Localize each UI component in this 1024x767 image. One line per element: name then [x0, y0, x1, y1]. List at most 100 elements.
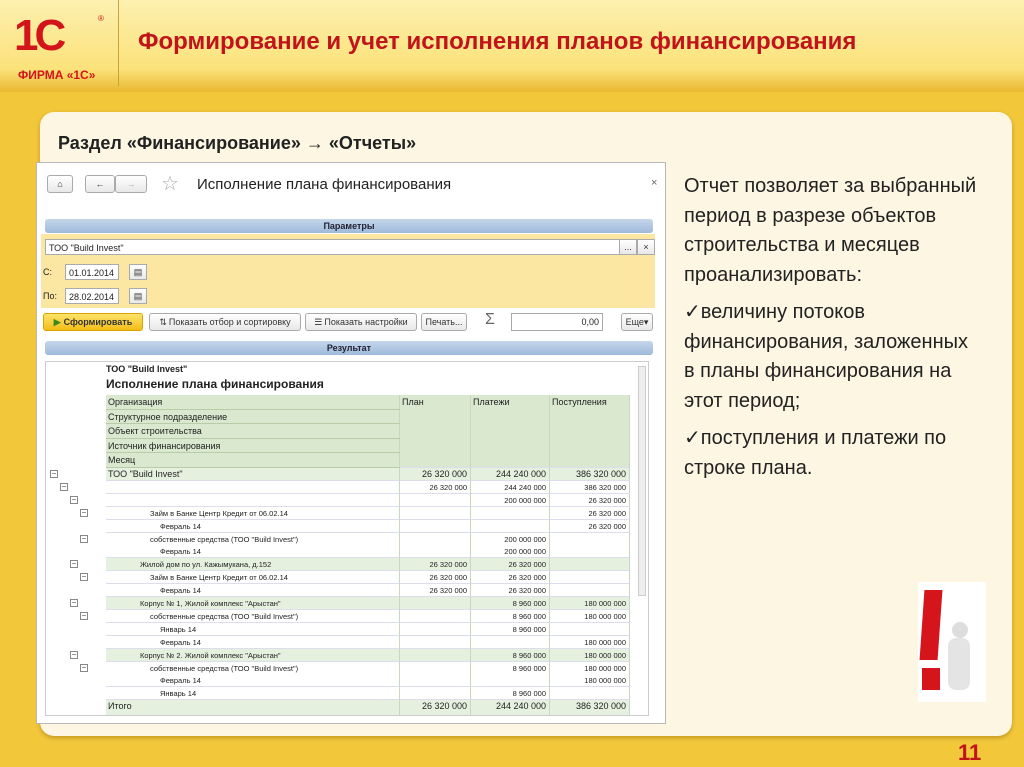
table-row: − собственные средства (ТОО "Build Invest…	[46, 609, 630, 623]
from-date-input[interactable]: 01.01.2014	[65, 264, 119, 280]
cell-plan: 26 320 000	[400, 468, 471, 481]
cell-plan	[400, 506, 471, 520]
cell-plan	[400, 609, 471, 623]
cell-payments: 200 000 000	[471, 545, 550, 559]
collapse-toggle-icon[interactable]: −	[80, 663, 88, 672]
cell-plan: 26 320 000	[400, 571, 471, 585]
favorite-star-icon[interactable]: ☆	[161, 171, 179, 196]
group-header: Структурное подразделение	[106, 409, 400, 424]
cell-plan	[400, 532, 471, 546]
home-icon: ⌂	[57, 179, 63, 189]
collapse-toggle-icon[interactable]: −	[80, 573, 88, 582]
header: 1С ® ФИРМА «1С» Формирование и учет испо…	[0, 0, 1024, 92]
collapse-toggle-icon[interactable]: −	[70, 560, 78, 569]
table-row: − собственные средства (ТОО "Build Invest…	[46, 532, 630, 546]
organization-clear-button[interactable]: ×	[637, 239, 655, 255]
forward-button[interactable]: →	[115, 175, 147, 193]
table-row: − Займ в Банке Центр Кредит от 06.02.14 26…	[46, 571, 630, 585]
organization-input[interactable]: ТОО "Build Invest"	[45, 239, 621, 255]
table-row: − 26 320 000 244 240 000 386 320 000	[46, 480, 630, 494]
cell-receipts: 180 000 000	[550, 597, 630, 610]
table-row: Январь 14 8 960 000	[46, 687, 630, 701]
row-label	[106, 480, 400, 494]
show-settings-button[interactable]: ☰ Показать настройки	[305, 313, 417, 331]
window-title: Исполнение плана финансирования	[197, 176, 452, 193]
cell-payments: 8 960 000	[471, 597, 550, 610]
generate-button[interactable]: ▶ Сформировать	[43, 313, 143, 331]
row-label: собственные средства (ТОО "Build Invest"…	[106, 532, 400, 546]
table-row: Февраль 14 26 320 000 26 320 000	[46, 584, 630, 598]
cell-receipts: 386 320 000	[550, 480, 630, 494]
divider	[118, 0, 119, 86]
cell-payments: 244 240 000	[471, 480, 550, 494]
arrow-right-icon: →	[126, 179, 136, 189]
row-label	[106, 493, 400, 507]
cell-payments	[471, 519, 550, 533]
cell-receipts: 386 320 000	[550, 468, 630, 481]
table-row: − Займ в Банке Центр Кредит от 06.02.14 26…	[46, 506, 630, 520]
table-row: − собственные средства (ТОО "Build Invest…	[46, 661, 630, 675]
collapse-toggle-icon[interactable]: −	[50, 470, 58, 478]
cell-payments: 200 000 000	[471, 532, 550, 546]
row-label: Январь 14	[106, 622, 400, 636]
cell-receipts: 26 320 000	[550, 506, 630, 520]
cell-plan: 26 320 000	[400, 558, 471, 572]
column-header[interactable]: План	[400, 395, 471, 468]
collapse-toggle-icon[interactable]: −	[70, 599, 78, 607]
cell-payments: 26 320 000	[471, 571, 550, 585]
logo-1c: 1С ® ФИРМА «1С»	[14, 11, 104, 83]
collapse-toggle-icon[interactable]: −	[80, 534, 88, 543]
cell-payments: 26 320 000	[471, 558, 550, 572]
cell-payments: 200 000 000	[471, 493, 550, 507]
vertical-scrollbar[interactable]	[638, 366, 646, 596]
row-label: Февраль 14	[106, 584, 400, 598]
collapse-toggle-icon[interactable]: −	[80, 611, 88, 620]
arrow-left-icon: ←	[95, 179, 105, 189]
row-label: Корпус № 1, Жилой комплекс "Арыстан"	[106, 597, 400, 610]
more-button[interactable]: Еще ▾	[621, 313, 653, 331]
cell-plan	[400, 635, 471, 649]
report-org: ТОО "Build Invest"	[106, 364, 188, 374]
report-table: ТОО "Build Invest" Исполнение плана фина…	[45, 361, 649, 716]
collapse-toggle-icon[interactable]: −	[60, 482, 68, 491]
row-label: собственные средства (ТОО "Build Invest"…	[106, 609, 400, 623]
collapse-toggle-icon[interactable]: −	[80, 508, 88, 517]
parameters-header[interactable]: Параметры	[45, 219, 653, 233]
sum-field[interactable]: 0,00	[511, 313, 603, 331]
to-date-input[interactable]: 28.02.2014	[65, 288, 119, 304]
cell-receipts	[550, 687, 630, 701]
cell-receipts	[550, 584, 630, 598]
column-header[interactable]: Поступления	[550, 395, 630, 468]
table-row: Февраль 14 200 000 000	[46, 545, 630, 559]
show-filter-button[interactable]: ⇅ Показать отбор и сортировку	[149, 313, 301, 331]
cell-plan: 26 320 000	[400, 480, 471, 494]
collapse-toggle-icon[interactable]: −	[70, 650, 78, 659]
print-button[interactable]: Печать...	[421, 313, 467, 331]
table-row: Январь 14 8 960 000	[46, 622, 630, 636]
calendar-icon[interactable]: ▤	[129, 288, 147, 304]
cell-payments: 8 960 000	[471, 609, 550, 623]
cell-receipts: 180 000 000	[550, 674, 630, 688]
play-icon: ▶	[53, 316, 61, 327]
group-header: Месяц	[106, 453, 400, 468]
table-row: − 200 000 000 26 320 000	[46, 493, 630, 507]
result-header[interactable]: Результат	[45, 341, 653, 355]
home-button[interactable]: ⌂	[47, 175, 73, 193]
column-header[interactable]: Платежи	[471, 395, 550, 468]
back-button[interactable]: ←	[85, 175, 115, 193]
sum-icon: Σ	[485, 311, 495, 328]
cell-payments: 244 240 000	[471, 468, 550, 481]
row-label: Итого	[106, 700, 400, 715]
cell-plan	[400, 661, 471, 675]
calendar-icon[interactable]: ▤	[129, 264, 147, 280]
collapse-toggle-icon[interactable]: −	[70, 495, 78, 504]
total-row: Итого 26 320 000 244 240 000 386 320 000	[46, 700, 630, 715]
cell-plan: 26 320 000	[400, 584, 471, 598]
close-button[interactable]: ×	[651, 177, 657, 189]
cell-plan	[400, 519, 471, 533]
table-row: − Корпус № 1, Жилой комплекс "Арыстан" 8 9…	[46, 597, 630, 610]
organization-select-button[interactable]: ...	[619, 239, 637, 255]
slide-title: Формирование и учет исполнения планов фи…	[138, 28, 857, 55]
row-label: Жилой дом по ул. Кажымукана, д.152	[106, 558, 400, 572]
table-row: − Корпус № 2. Жилой комплекс "Арыстан" 8 9…	[46, 648, 630, 662]
